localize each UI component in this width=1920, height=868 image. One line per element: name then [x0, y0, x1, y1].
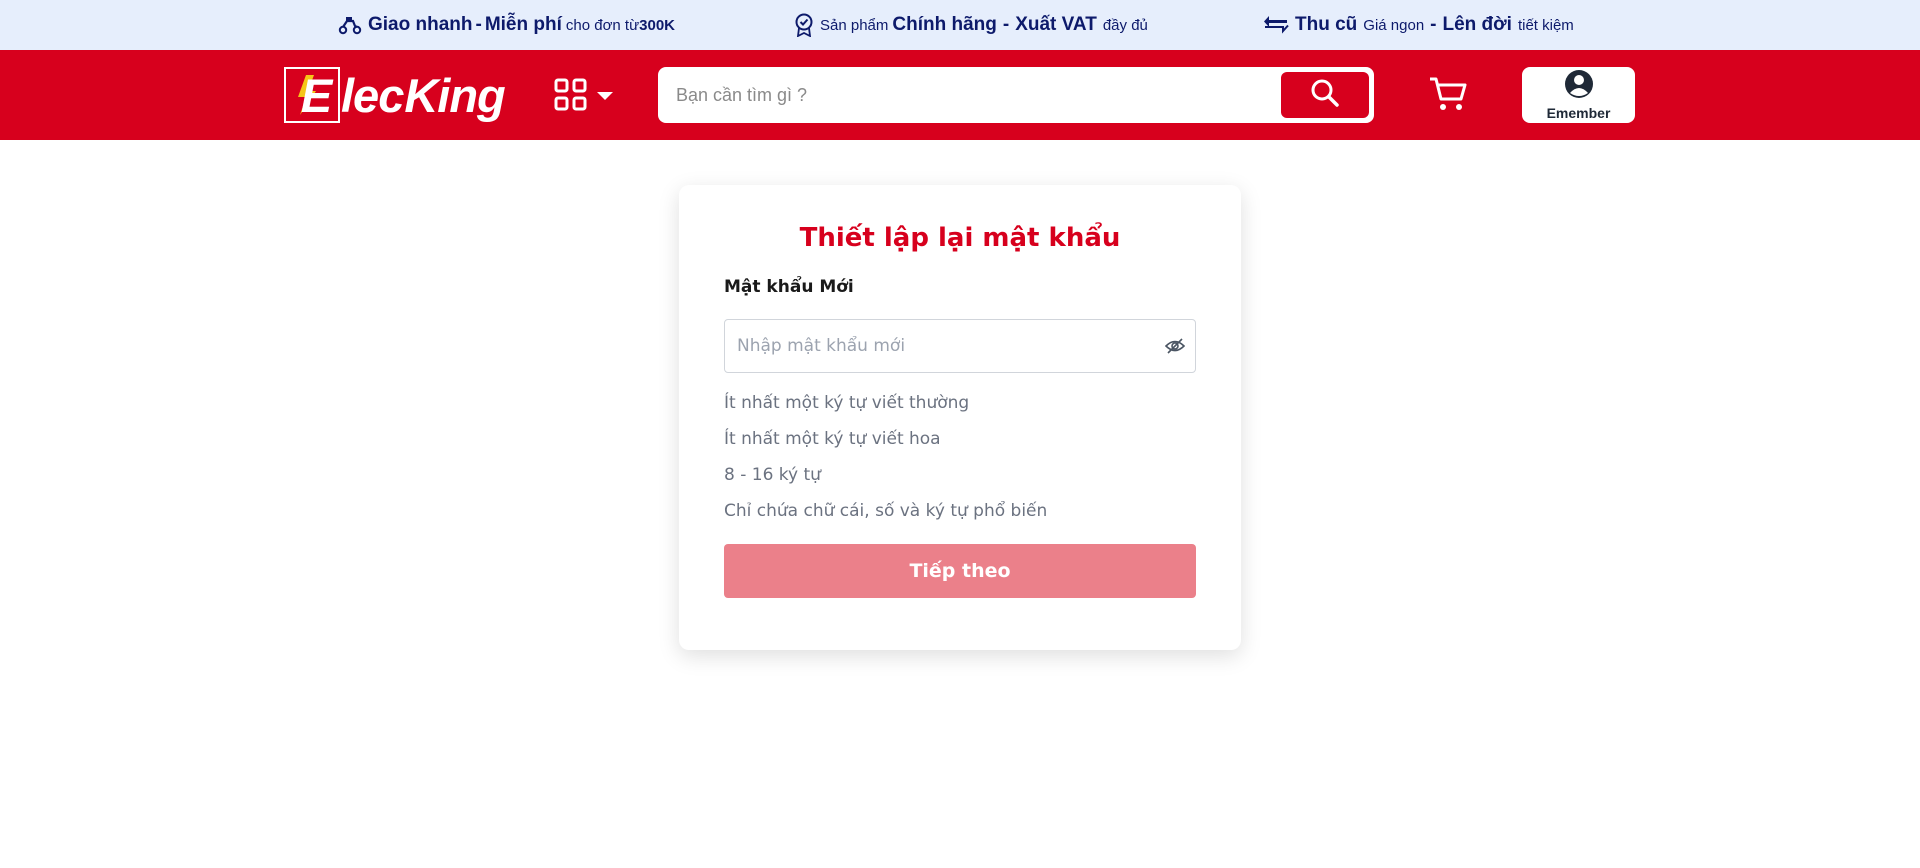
logo-text-king: King — [404, 68, 505, 122]
search-button[interactable] — [1281, 72, 1369, 118]
promo-text: cho đơn từ — [565, 16, 640, 34]
promo-sep: - — [1002, 14, 1010, 35]
exchange-arrows-icon — [1263, 15, 1289, 35]
promo-sep: - — [1430, 14, 1437, 35]
password-rule: Chỉ chứa chữ cái, số và ký tự phổ biến — [724, 501, 1048, 521]
new-password-label: Mật khẩu Mới — [724, 277, 854, 297]
promo-fast-delivery: Giao nhanh - Miễn phí cho đơn từ 300K — [338, 14, 675, 36]
promo-trade-in: Thu cũ Giá ngon - Lên đời tiết kiệm — [1263, 14, 1574, 36]
promo-text: Sản phẩm — [820, 16, 889, 34]
account-label: Emember — [1546, 105, 1611, 121]
search-icon — [1310, 78, 1340, 113]
logo-letter: E — [300, 68, 332, 122]
caret-down-icon — [596, 89, 614, 107]
cart-icon — [1428, 77, 1468, 117]
eye-slash-icon[interactable] — [1155, 320, 1195, 372]
grid-icon — [554, 78, 588, 117]
promo-sep: - — [475, 14, 482, 35]
promo-text: Xuất VAT — [1015, 14, 1097, 35]
promo-text: Thu cũ — [1295, 14, 1358, 35]
promo-text: Miễn phí — [484, 14, 562, 35]
elecking-logo[interactable]: E lec King — [284, 67, 506, 123]
new-password-field — [724, 319, 1196, 373]
password-rules-list: Ít nhất một ký tự viết thường Ít nhất mộ… — [724, 385, 1196, 529]
password-rule: Ít nhất một ký tự viết hoa — [724, 429, 941, 449]
search-bar — [658, 67, 1374, 123]
promo-text: 300K — [639, 16, 675, 34]
category-menu-button[interactable] — [554, 78, 614, 117]
site-header: E lec King Bạn cần tìm gì ? Emember — [0, 50, 1920, 140]
promo-bar: Giao nhanh - Miễn phí cho đơn từ 300K Sả… — [0, 0, 1920, 50]
new-password-input[interactable] — [725, 320, 1155, 372]
reset-password-card: Thiết lập lại mật khẩu Mật khẩu Mới Ít n… — [679, 185, 1241, 650]
user-avatar-icon — [1564, 69, 1594, 104]
password-rule: 8 - 16 ký tự — [724, 465, 821, 485]
certified-badge-icon — [794, 13, 814, 37]
promo-text: Giao nhanh — [368, 14, 473, 35]
promo-genuine: Sản phẩm Chính hãng - Xuất VAT đầy đủ — [794, 13, 1148, 37]
cart-button[interactable] — [1428, 75, 1468, 118]
promo-text: Giá ngon — [1363, 16, 1425, 34]
logo-mark: E — [284, 67, 340, 123]
account-button[interactable]: Emember — [1522, 67, 1635, 123]
delivery-scooter-icon — [338, 15, 362, 35]
page-title: Thiết lập lại mật khẩu — [799, 223, 1121, 253]
promo-text: Chính hãng — [892, 14, 997, 35]
logo-text: lec — [341, 68, 404, 122]
search-input[interactable] — [658, 67, 1281, 123]
promo-text: Lên đời — [1442, 14, 1512, 35]
next-button[interactable]: Tiếp theo — [724, 544, 1196, 598]
promo-text: tiết kiệm — [1517, 16, 1574, 34]
password-rule: Ít nhất một ký tự viết thường — [724, 393, 970, 413]
promo-text: đầy đủ — [1102, 16, 1148, 34]
